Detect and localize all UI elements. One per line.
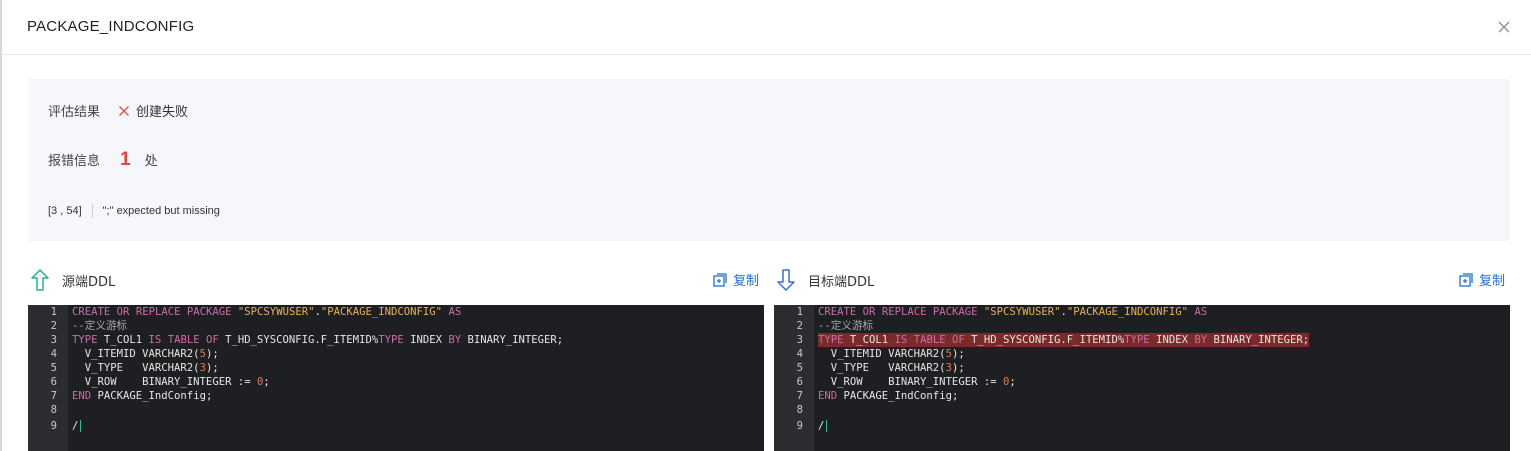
- target-copy-button[interactable]: 复制: [1459, 270, 1505, 289]
- evaluation-result-row: 评估结果 创建失败: [48, 101, 188, 120]
- code-text: V_ITEMID VARCHAR2(5);: [818, 347, 965, 361]
- target-ddl-label: 目标端DDL: [808, 271, 874, 290]
- source-copy-button[interactable]: 复制: [713, 270, 759, 289]
- evaluation-result-label: 评估结果: [48, 101, 100, 120]
- target-copy-label: 复制: [1479, 270, 1505, 289]
- package-modal: PACKAGE_INDCONFIG 评估结果 创建失败 报错信息 1 处 [3 …: [0, 0, 1531, 451]
- arrow-down-icon: [776, 268, 796, 292]
- error-info-row: 报错信息 1 处: [48, 149, 158, 171]
- code-text: CREATE OR REPLACE PACKAGE "SPCSYWUSER"."…: [818, 305, 1207, 319]
- divider: [92, 204, 93, 218]
- code-text: --定义游标: [818, 319, 873, 333]
- code-line: 8: [774, 403, 1510, 417]
- code-line: 3 TYPE T_COL1 IS TABLE OF T_HD_SYSCONFIG.…: [28, 333, 764, 347]
- error-message: ";" expected but missing: [103, 205, 220, 217]
- code-line: 8: [28, 403, 764, 417]
- code-text: V_ROW BINARY_INTEGER := 0;: [72, 375, 270, 389]
- code-line: 2 --定义游标: [28, 319, 764, 333]
- code-line: 2 --定义游标: [774, 319, 1510, 333]
- code-line: 7 END PACKAGE_IndConfig;: [28, 389, 764, 403]
- copy-icon: [1459, 273, 1473, 287]
- code-text: END PACKAGE_IndConfig;: [72, 389, 212, 403]
- text-cursor: [826, 420, 827, 432]
- source-copy-label: 复制: [733, 270, 759, 289]
- code-text: /: [72, 419, 81, 433]
- error-count-unit: 处: [145, 150, 158, 169]
- fail-x-icon: [118, 105, 130, 117]
- code-line: 7 END PACKAGE_IndConfig;: [774, 389, 1510, 403]
- code-line: 5 V_TYPE VARCHAR2(3);: [28, 361, 764, 375]
- modal-header: PACKAGE_INDCONFIG: [2, 0, 1531, 55]
- source-code: 1 CREATE OR REPLACE PACKAGE "SPCSYWUSER".…: [28, 305, 764, 433]
- target-code: 1 CREATE OR REPLACE PACKAGE "SPCSYWUSER".…: [774, 305, 1510, 433]
- code-text: TYPE T_COL1 IS TABLE OF T_HD_SYSCONFIG.F…: [818, 333, 1309, 347]
- code-text: TYPE T_COL1 IS TABLE OF T_HD_SYSCONFIG.F…: [72, 333, 563, 347]
- text-cursor: [80, 420, 81, 432]
- arrow-up-icon: [30, 268, 50, 292]
- error-info-label: 报错信息: [48, 150, 100, 169]
- code-line-error: 3 TYPE T_COL1 IS TABLE OF T_HD_SYSCONFIG.…: [774, 333, 1510, 347]
- code-text: --定义游标: [72, 319, 127, 333]
- code-line: 1 CREATE OR REPLACE PACKAGE "SPCSYWUSER".…: [28, 305, 764, 319]
- code-text: V_TYPE VARCHAR2(3);: [818, 361, 965, 375]
- source-ddl-label: 源端DDL: [62, 271, 115, 290]
- error-position: [3 , 54]: [48, 205, 92, 217]
- code-line: 5 V_TYPE VARCHAR2(3);: [774, 361, 1510, 375]
- code-text: V_ITEMID VARCHAR2(5);: [72, 347, 219, 361]
- code-line: 1 CREATE OR REPLACE PACKAGE "SPCSYWUSER".…: [774, 305, 1510, 319]
- source-code-editor[interactable]: 1 CREATE OR REPLACE PACKAGE "SPCSYWUSER".…: [28, 305, 764, 451]
- code-line: 6 V_ROW BINARY_INTEGER := 0;: [774, 375, 1510, 389]
- code-line: 4 V_ITEMID VARCHAR2(5);: [28, 347, 764, 361]
- code-line: 4 V_ITEMID VARCHAR2(5);: [774, 347, 1510, 361]
- modal-title: PACKAGE_INDCONFIG: [27, 18, 194, 35]
- code-line: 9/: [28, 419, 764, 433]
- evaluation-result-panel: 评估结果 创建失败 报错信息 1 处 [3 , 54] ";" expected…: [28, 79, 1510, 241]
- code-text: V_TYPE VARCHAR2(3);: [72, 361, 219, 375]
- error-item: [3 , 54] ";" expected but missing: [48, 204, 220, 218]
- code-text: END PACKAGE_IndConfig;: [818, 389, 958, 403]
- status-text: 创建失败: [136, 101, 188, 120]
- error-count: 1: [120, 149, 131, 171]
- code-text: CREATE OR REPLACE PACKAGE "SPCSYWUSER"."…: [72, 305, 461, 319]
- target-code-editor[interactable]: 1 CREATE OR REPLACE PACKAGE "SPCSYWUSER".…: [774, 305, 1510, 451]
- code-text: /: [818, 419, 827, 433]
- close-icon[interactable]: [1496, 19, 1512, 35]
- copy-icon: [713, 273, 727, 287]
- code-text: V_ROW BINARY_INTEGER := 0;: [818, 375, 1016, 389]
- code-line: 6 V_ROW BINARY_INTEGER := 0;: [28, 375, 764, 389]
- source-ddl-header: 源端DDL: [30, 266, 115, 294]
- code-line: 9/: [774, 419, 1510, 433]
- target-ddl-header: 目标端DDL: [776, 266, 874, 294]
